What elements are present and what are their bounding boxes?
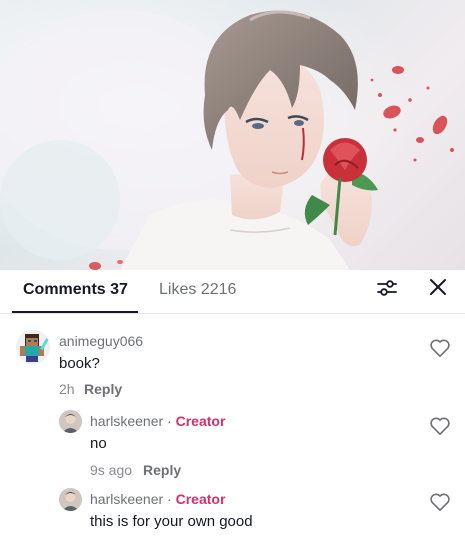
reply-item: harlskeener · Creator this is for your o…	[0, 486, 465, 540]
heart-outline-icon[interactable]	[429, 416, 451, 436]
comment-text: no	[90, 435, 107, 452]
avatar[interactable]	[59, 410, 82, 433]
comment-timestamp: 9s ago	[90, 462, 133, 478]
comment-text: this is for your own good	[90, 513, 253, 530]
minecraft-avatar-icon	[20, 334, 49, 362]
sliders-icon[interactable]	[376, 277, 398, 299]
heart-outline-icon[interactable]	[429, 338, 451, 358]
comment-username-line: harlskeener · Creator	[90, 490, 225, 508]
reply-item: harlskeener · Creator no 9s ago Reply	[0, 408, 465, 482]
comment-username[interactable]: harlskeener	[90, 413, 163, 429]
video-preview[interactable]	[0, 0, 465, 270]
active-tab-indicator	[12, 311, 138, 313]
comment-timestamp: 2h	[59, 381, 75, 397]
tab-likes[interactable]: Likes 2216	[159, 280, 236, 300]
profile-photo-icon	[59, 488, 82, 511]
comment-username[interactable]: harlskeener	[90, 491, 163, 507]
avatar[interactable]	[16, 330, 50, 364]
reply-button[interactable]: Reply	[143, 461, 181, 479]
avatar[interactable]	[59, 488, 82, 511]
creator-badge: Creator	[175, 413, 226, 429]
heart-outline-icon[interactable]	[429, 492, 451, 512]
comment-username-line: harlskeener · Creator	[90, 412, 225, 430]
comment-username[interactable]: animeguy066	[59, 332, 143, 350]
separator-dot: ·	[167, 491, 172, 507]
comment-item: animeguy066 book? 2h Reply	[0, 326, 465, 400]
comment-text: book?	[59, 355, 100, 372]
tab-comments[interactable]: Comments 37	[23, 280, 128, 300]
anime-artwork-image	[0, 0, 465, 270]
reply-button[interactable]: Reply	[84, 380, 122, 398]
comments-panel: Comments 37 Likes 2216 animeguy066 book?…	[0, 270, 465, 540]
close-icon[interactable]	[428, 277, 448, 297]
creator-badge: Creator	[175, 491, 226, 507]
separator-dot: ·	[167, 413, 172, 429]
profile-photo-icon	[59, 410, 82, 433]
comments-tab-bar: Comments 37 Likes 2216	[0, 270, 465, 314]
